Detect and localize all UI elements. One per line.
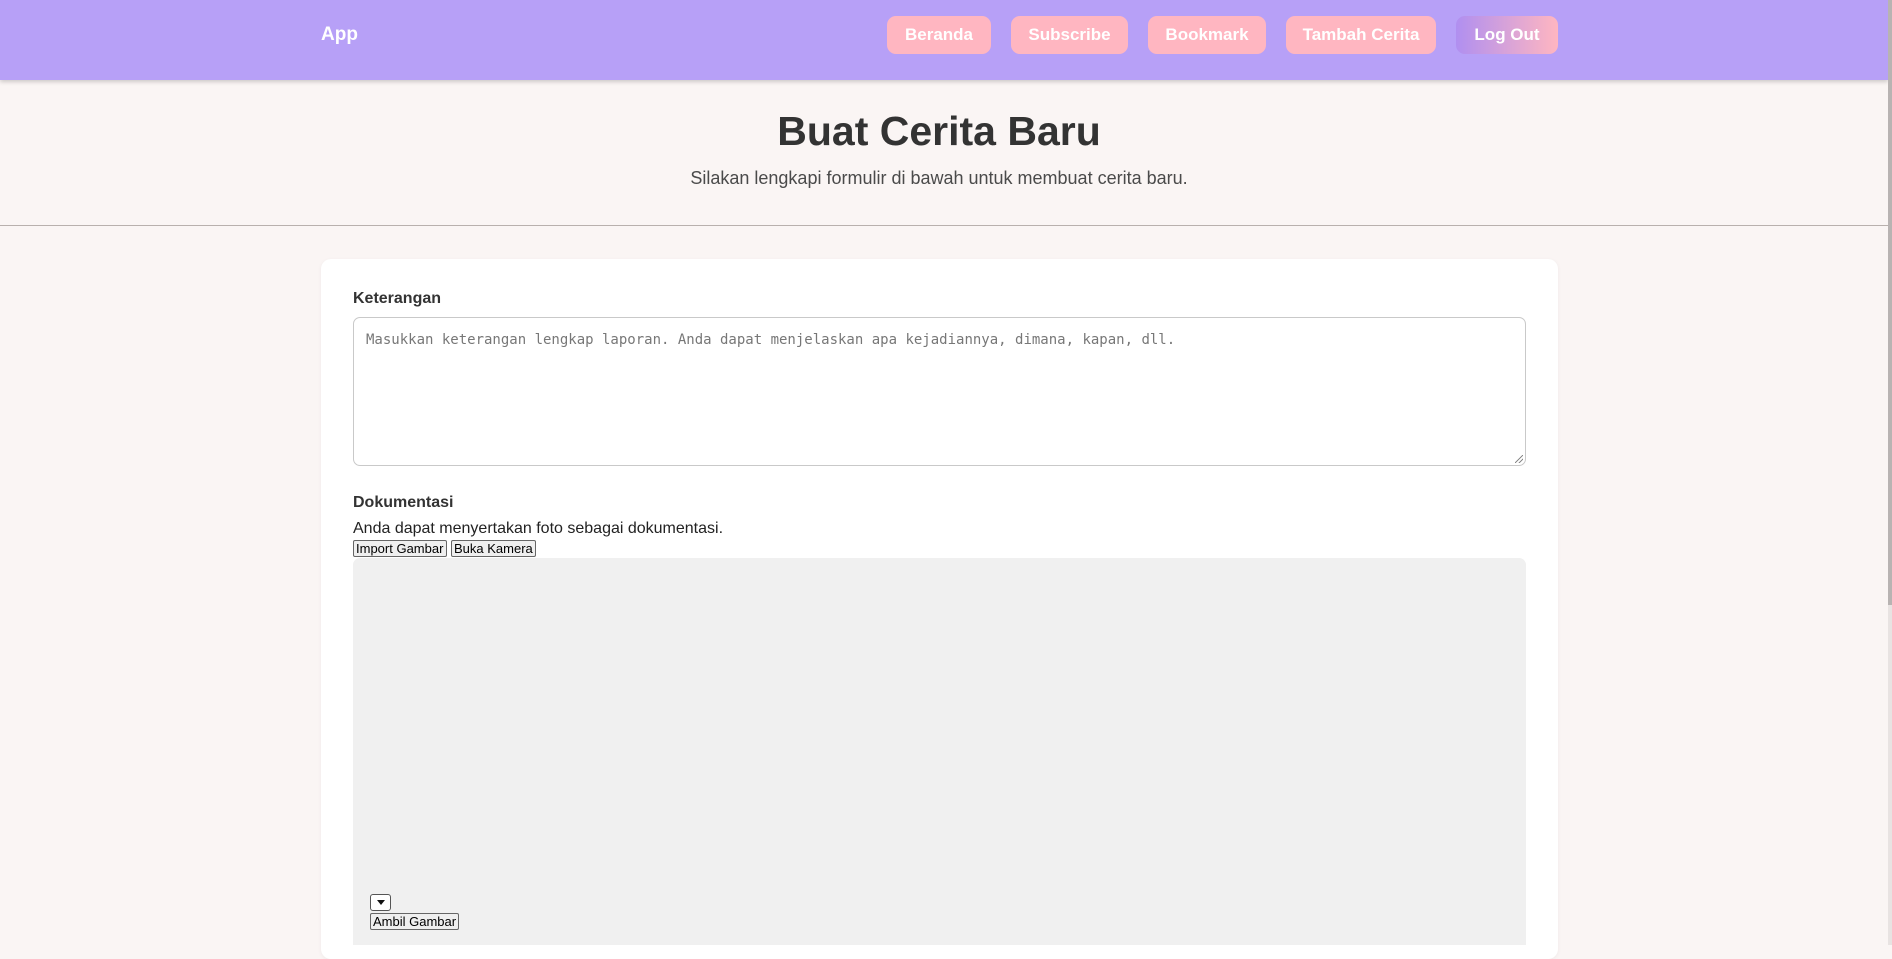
page-subtitle: Silakan lengkapi formulir di bawah untuk… (690, 168, 1188, 188)
description-placeholder: Masukkan keterangan lengkap laporan. And… (366, 332, 1176, 348)
nav-logout-button[interactable]: Log Out (1456, 16, 1558, 54)
camera-preview-area (353, 558, 1526, 945)
brand-logo[interactable]: App (321, 24, 358, 46)
capture-image-button[interactable]: Ambil Gambar (370, 913, 459, 930)
documentation-hint: Anda dapat menyertakan foto sebagai doku… (353, 520, 724, 537)
nav-bookmark-button[interactable]: Bookmark (1148, 16, 1266, 54)
open-camera-button[interactable]: Buka Kamera (451, 540, 536, 557)
camera-select[interactable] (370, 894, 391, 911)
chevron-down-icon (376, 900, 385, 905)
top-navbar: App Beranda Subscribe Bookmark Tambah Ce… (0, 0, 1888, 80)
description-label: Keterangan (353, 290, 442, 307)
nav-tambah-cerita-button[interactable]: Tambah Cerita (1286, 16, 1436, 54)
page-scrollbar[interactable] (1888, 0, 1892, 945)
resize-grip-icon[interactable] (1515, 455, 1523, 463)
nav-subscribe-button[interactable]: Subscribe (1011, 16, 1128, 54)
scrollbar-thumb[interactable] (1888, 0, 1892, 605)
documentation-label: Dokumentasi (353, 494, 454, 511)
page-title: Buat Cerita Baru (777, 108, 1101, 154)
section-divider (0, 225, 1888, 226)
description-textarea[interactable]: Masukkan keterangan lengkap laporan. And… (353, 317, 1526, 466)
import-image-button[interactable]: Import Gambar (353, 540, 447, 557)
nav-beranda-button[interactable]: Beranda (887, 16, 991, 54)
